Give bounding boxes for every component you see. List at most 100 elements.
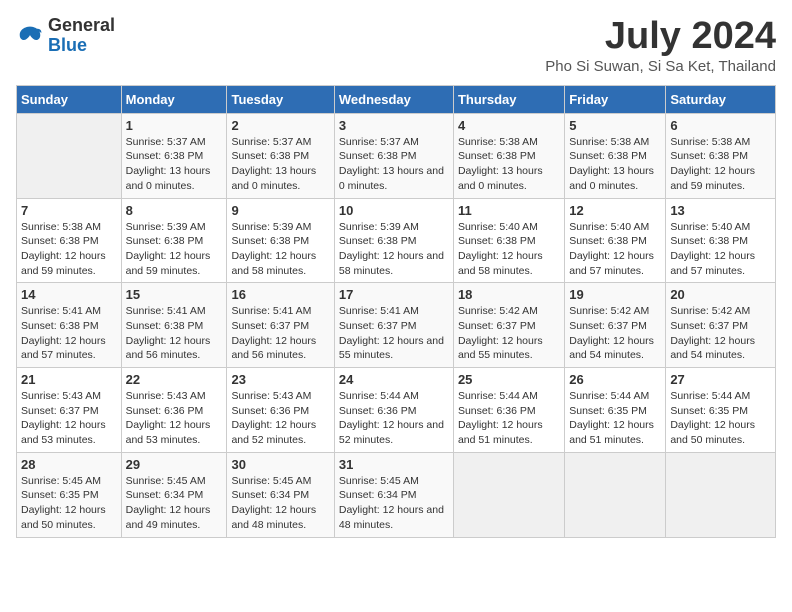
day-content: Sunrise: 5:44 AM Sunset: 6:35 PM Dayligh… <box>569 389 661 448</box>
day-content: Sunrise: 5:44 AM Sunset: 6:36 PM Dayligh… <box>339 389 449 448</box>
calendar-cell: 11Sunrise: 5:40 AM Sunset: 6:38 PM Dayli… <box>453 198 564 283</box>
day-number: 8 <box>126 203 223 218</box>
day-number: 28 <box>21 457 117 472</box>
day-content: Sunrise: 5:39 AM Sunset: 6:38 PM Dayligh… <box>126 220 223 279</box>
calendar-cell: 14 Sunrise: 5:41 AM Sunset: 6:38 PM Dayli… <box>17 283 122 368</box>
day-content: Sunrise: 5:45 AM Sunset: 6:34 PM Dayligh… <box>126 474 223 533</box>
day-content: Sunrise: 5:44 AM Sunset: 6:36 PM Dayligh… <box>458 389 560 448</box>
header-tuesday: Tuesday <box>227 85 334 113</box>
week-row-2: 7 Sunrise: 5:38 AM Sunset: 6:38 PM Daylig… <box>17 198 776 283</box>
day-content: Sunrise: 5:42 AM Sunset: 6:37 PM Dayligh… <box>569 304 661 363</box>
day-content: Sunrise: 5:37 AM Sunset: 6:38 PM Dayligh… <box>231 135 329 194</box>
calendar-cell: 26Sunrise: 5:44 AM Sunset: 6:35 PM Dayli… <box>565 368 666 453</box>
day-number: 25 <box>458 372 560 387</box>
day-content: Sunrise: 5:45 AM Sunset: 6:34 PM Dayligh… <box>339 474 449 533</box>
main-title: July 2024 <box>545 16 776 58</box>
calendar-cell: 27Sunrise: 5:44 AM Sunset: 6:35 PM Dayli… <box>666 368 776 453</box>
day-number: 4 <box>458 118 560 133</box>
calendar-cell: 4 Sunrise: 5:38 AM Sunset: 6:38 PM Daylig… <box>453 113 564 198</box>
day-number: 16 <box>231 287 329 302</box>
day-number: 5 <box>569 118 661 133</box>
calendar-cell <box>453 452 564 537</box>
calendar-cell: 23 Sunrise: 5:43 AM Sunset: 6:36 PM Dayli… <box>227 368 334 453</box>
day-number: 2 <box>231 118 329 133</box>
day-content: Sunrise: 5:39 AM Sunset: 6:38 PM Dayligh… <box>339 220 449 279</box>
calendar-cell: 16 Sunrise: 5:41 AM Sunset: 6:37 PM Dayli… <box>227 283 334 368</box>
day-content: Sunrise: 5:42 AM Sunset: 6:37 PM Dayligh… <box>458 304 560 363</box>
day-number: 17 <box>339 287 449 302</box>
calendar-cell: 25 Sunrise: 5:44 AM Sunset: 6:36 PM Dayli… <box>453 368 564 453</box>
calendar-cell: 6 Sunrise: 5:38 AM Sunset: 6:38 PM Daylig… <box>666 113 776 198</box>
calendar-cell: 22Sunrise: 5:43 AM Sunset: 6:36 PM Dayli… <box>121 368 227 453</box>
title-area: July 2024 Pho Si Suwan, Si Sa Ket, Thail… <box>545 16 776 75</box>
calendar-cell: 10 Sunrise: 5:39 AM Sunset: 6:38 PM Dayli… <box>334 198 453 283</box>
logo-bird-icon <box>16 22 44 50</box>
day-number: 14 <box>21 287 117 302</box>
calendar-cell: 3 Sunrise: 5:37 AM Sunset: 6:38 PM Daylig… <box>334 113 453 198</box>
day-content: Sunrise: 5:44 AM Sunset: 6:35 PM Dayligh… <box>670 389 771 448</box>
day-number: 23 <box>231 372 329 387</box>
day-number: 21 <box>21 372 117 387</box>
calendar-cell: 7 Sunrise: 5:38 AM Sunset: 6:38 PM Daylig… <box>17 198 122 283</box>
day-content: Sunrise: 5:38 AM Sunset: 6:38 PM Dayligh… <box>458 135 560 194</box>
header-friday: Friday <box>565 85 666 113</box>
day-content: Sunrise: 5:41 AM Sunset: 6:37 PM Dayligh… <box>339 304 449 363</box>
day-content: Sunrise: 5:41 AM Sunset: 6:37 PM Dayligh… <box>231 304 329 363</box>
calendar-cell: 13 Sunrise: 5:40 AM Sunset: 6:38 PM Dayli… <box>666 198 776 283</box>
day-number: 1 <box>126 118 223 133</box>
header-wednesday: Wednesday <box>334 85 453 113</box>
day-number: 6 <box>670 118 771 133</box>
calendar-header-row: SundayMondayTuesdayWednesdayThursdayFrid… <box>17 85 776 113</box>
subtitle: Pho Si Suwan, Si Sa Ket, Thailand <box>545 58 776 75</box>
calendar-cell: 8 Sunrise: 5:39 AM Sunset: 6:38 PM Daylig… <box>121 198 227 283</box>
day-number: 12 <box>569 203 661 218</box>
day-content: Sunrise: 5:38 AM Sunset: 6:38 PM Dayligh… <box>569 135 661 194</box>
day-content: Sunrise: 5:43 AM Sunset: 6:36 PM Dayligh… <box>126 389 223 448</box>
day-number: 10 <box>339 203 449 218</box>
day-content: Sunrise: 5:41 AM Sunset: 6:38 PM Dayligh… <box>126 304 223 363</box>
day-number: 9 <box>231 203 329 218</box>
header-sunday: Sunday <box>17 85 122 113</box>
header-monday: Monday <box>121 85 227 113</box>
calendar-cell: 1 Sunrise: 5:37 AM Sunset: 6:38 PM Daylig… <box>121 113 227 198</box>
calendar-cell: 17 Sunrise: 5:41 AM Sunset: 6:37 PM Dayli… <box>334 283 453 368</box>
day-content: Sunrise: 5:38 AM Sunset: 6:38 PM Dayligh… <box>670 135 771 194</box>
calendar-cell: 21Sunrise: 5:43 AM Sunset: 6:37 PM Dayli… <box>17 368 122 453</box>
calendar-cell: 9Sunrise: 5:39 AM Sunset: 6:38 PM Daylig… <box>227 198 334 283</box>
day-number: 13 <box>670 203 771 218</box>
day-number: 24 <box>339 372 449 387</box>
day-number: 11 <box>458 203 560 218</box>
day-number: 29 <box>126 457 223 472</box>
day-number: 7 <box>21 203 117 218</box>
calendar-cell: 28Sunrise: 5:45 AM Sunset: 6:35 PM Dayli… <box>17 452 122 537</box>
day-number: 19 <box>569 287 661 302</box>
calendar-cell <box>565 452 666 537</box>
day-number: 18 <box>458 287 560 302</box>
header-saturday: Saturday <box>666 85 776 113</box>
day-content: Sunrise: 5:43 AM Sunset: 6:36 PM Dayligh… <box>231 389 329 448</box>
calendar-cell: 20 Sunrise: 5:42 AM Sunset: 6:37 PM Dayli… <box>666 283 776 368</box>
calendar-cell: 31Sunrise: 5:45 AM Sunset: 6:34 PM Dayli… <box>334 452 453 537</box>
week-row-1: 1 Sunrise: 5:37 AM Sunset: 6:38 PM Daylig… <box>17 113 776 198</box>
logo: General Blue <box>16 16 115 56</box>
week-row-5: 28Sunrise: 5:45 AM Sunset: 6:35 PM Dayli… <box>17 452 776 537</box>
day-content: Sunrise: 5:40 AM Sunset: 6:38 PM Dayligh… <box>569 220 661 279</box>
day-content: Sunrise: 5:37 AM Sunset: 6:38 PM Dayligh… <box>126 135 223 194</box>
day-number: 30 <box>231 457 329 472</box>
day-content: Sunrise: 5:37 AM Sunset: 6:38 PM Dayligh… <box>339 135 449 194</box>
day-content: Sunrise: 5:40 AM Sunset: 6:38 PM Dayligh… <box>670 220 771 279</box>
calendar-cell: 12 Sunrise: 5:40 AM Sunset: 6:38 PM Dayli… <box>565 198 666 283</box>
calendar-cell <box>666 452 776 537</box>
week-row-3: 14 Sunrise: 5:41 AM Sunset: 6:38 PM Dayli… <box>17 283 776 368</box>
day-number: 3 <box>339 118 449 133</box>
day-number: 15 <box>126 287 223 302</box>
calendar-cell <box>17 113 122 198</box>
day-content: Sunrise: 5:38 AM Sunset: 6:38 PM Dayligh… <box>21 220 117 279</box>
week-row-4: 21Sunrise: 5:43 AM Sunset: 6:37 PM Dayli… <box>17 368 776 453</box>
calendar-cell: 24 Sunrise: 5:44 AM Sunset: 6:36 PM Dayli… <box>334 368 453 453</box>
calendar-cell: 5 Sunrise: 5:38 AM Sunset: 6:38 PM Daylig… <box>565 113 666 198</box>
day-number: 20 <box>670 287 771 302</box>
header: General Blue July 2024 Pho Si Suwan, Si … <box>16 16 776 75</box>
day-content: Sunrise: 5:42 AM Sunset: 6:37 PM Dayligh… <box>670 304 771 363</box>
day-content: Sunrise: 5:41 AM Sunset: 6:38 PM Dayligh… <box>21 304 117 363</box>
